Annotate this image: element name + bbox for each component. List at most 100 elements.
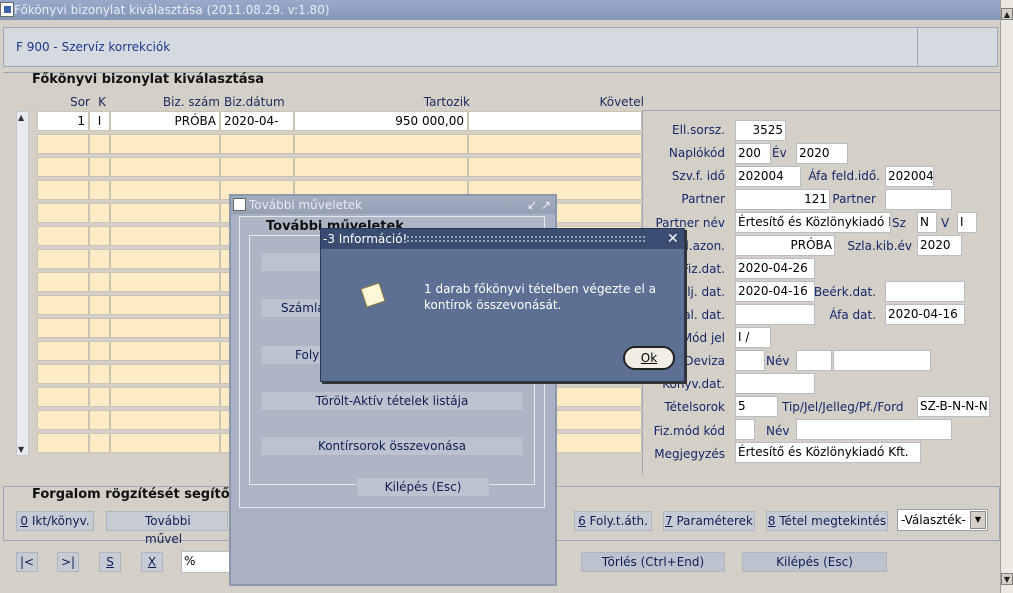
field-partner-2[interactable] (885, 189, 952, 210)
grid-cell-empty[interactable] (37, 249, 89, 269)
grid-cell-biz-datum[interactable]: 2020-04-16 (220, 111, 294, 146)
field-megjegyzes[interactable]: Értesítő és Közlönykiadó Kft. (735, 442, 921, 463)
field-ell-sorsz[interactable]: 3525 (735, 120, 786, 141)
torolt-aktiv-button[interactable]: Törölt-Aktív tételek listája (260, 391, 524, 411)
grid-cell-empty[interactable] (468, 134, 642, 154)
grid-cell-empty[interactable] (110, 157, 220, 177)
field-partner-nev[interactable]: Értesítő és Közlönykiadó Kft. (735, 212, 891, 233)
grid-cell-empty[interactable] (89, 134, 110, 154)
grid-cell-empty[interactable] (37, 226, 89, 246)
field-sz[interactable]: N (917, 212, 937, 233)
grid-scroll-down-icon[interactable]: ▼ (18, 445, 24, 454)
minimize-icon[interactable]: ↙ (527, 196, 537, 214)
field-mod-jel[interactable]: I / (735, 327, 771, 348)
grid-cell-empty[interactable] (110, 364, 220, 384)
grid-cell-empty[interactable] (37, 295, 89, 315)
tetel-megtekintes-button[interactable]: 8 Tétel megtekintés (766, 511, 888, 531)
grid-cell-empty[interactable] (294, 157, 468, 177)
field-afa-dat[interactable]: 2020-04-16 (885, 304, 965, 325)
grid-cell-empty[interactable] (37, 387, 89, 407)
grid-cell-empty[interactable] (37, 203, 89, 223)
field-fiz-mod-nev[interactable] (796, 419, 952, 440)
field-deviza[interactable] (735, 350, 765, 371)
grid-cell-empty[interactable] (220, 134, 294, 154)
grid-cell-empty[interactable] (37, 272, 89, 292)
grid-cell-empty[interactable] (110, 433, 220, 453)
kontirsorok-osszevonasa-button[interactable]: Kontírsorok összevonása (260, 436, 524, 456)
grid-cell-biz-szam[interactable]: PRÓBA (110, 111, 220, 131)
field-al-dat[interactable] (735, 304, 815, 325)
dialog-kilepes-button[interactable]: Kilépés (Esc) (356, 477, 490, 497)
grid-cell-empty[interactable] (110, 134, 220, 154)
field-naplokod[interactable]: 200 (735, 143, 771, 164)
grid-cell-empty[interactable] (89, 295, 110, 315)
field-deviza-nev-code[interactable] (796, 350, 832, 371)
window-vertical-scrollbar[interactable]: ▲ ▼ (1000, 0, 1013, 593)
scroll-down-icon[interactable]: ▼ (1001, 573, 1013, 585)
grid-cell-empty[interactable] (37, 318, 89, 338)
grid-scrollbar[interactable]: ▲ ▼ (16, 111, 29, 456)
grid-cell-empty[interactable] (89, 341, 110, 361)
grid-cell-empty[interactable] (37, 157, 89, 177)
grid-cell-empty[interactable] (37, 364, 89, 384)
field-v[interactable]: I (957, 212, 977, 233)
field-szla-kib-ev[interactable]: 2020 (917, 235, 962, 256)
field-beerk-dat[interactable] (885, 281, 965, 302)
grid-cell-empty[interactable] (110, 180, 220, 200)
nav-s-button[interactable]: S (99, 552, 121, 572)
grid-cell-empty[interactable] (110, 387, 220, 407)
filter-input[interactable]: % (181, 551, 231, 573)
grid-cell-empty[interactable] (110, 203, 220, 223)
grid-cell-empty[interactable] (89, 272, 110, 292)
grid-cell-empty[interactable] (294, 134, 468, 154)
tovabbi-muveletek-button[interactable]: További művel (106, 511, 228, 546)
grid-cell-empty[interactable] (110, 295, 220, 315)
grid-cell-empty[interactable] (89, 157, 110, 177)
grid-cell-empty[interactable] (89, 318, 110, 338)
chevron-down-icon[interactable]: ▼ (970, 511, 986, 529)
grid-cell-tartozik[interactable]: 950 000,00 (294, 111, 468, 131)
grid-cell-empty[interactable] (89, 433, 110, 453)
grid-cell-kovetel[interactable] (468, 111, 642, 131)
maximize-icon[interactable]: ↗ (541, 196, 551, 214)
nav-first-button[interactable]: |< (16, 552, 38, 572)
grid-cell-empty[interactable] (89, 203, 110, 223)
kilepes-button[interactable]: Kilépés (Esc) (742, 552, 887, 572)
torles-button[interactable]: Törlés (Ctrl+End) (581, 552, 725, 572)
field-szvf-ido[interactable]: 202004 (735, 166, 801, 187)
grid-cell-empty[interactable] (37, 410, 89, 430)
field-fiz-dat[interactable]: 2020-04-26 (735, 258, 815, 279)
parameterek-button[interactable]: 7 Paraméterek (663, 511, 755, 531)
field-tip[interactable]: SZ-B-N-N-N (917, 396, 990, 417)
field-deviza-nev[interactable] (833, 350, 931, 371)
grid-cell-empty[interactable] (89, 226, 110, 246)
field-fiz-mod-kod[interactable] (735, 419, 755, 440)
grid-cell-empty[interactable] (468, 157, 642, 177)
grid-cell-empty[interactable] (37, 341, 89, 361)
grid-cell-k[interactable]: I (89, 111, 110, 131)
close-icon[interactable]: ✕ (667, 229, 679, 249)
grid-cell-empty[interactable] (37, 433, 89, 453)
ok-button[interactable]: Ok (623, 346, 675, 370)
grid-cell-empty[interactable] (37, 134, 89, 154)
grid-cell-empty[interactable] (89, 249, 110, 269)
field-telj-dat[interactable]: 2020-04-16 (735, 281, 815, 302)
field-afa-feld-ido[interactable]: 202004 (885, 166, 934, 187)
grid-cell-sor[interactable]: 1 (37, 111, 89, 131)
grid-cell-empty[interactable] (37, 180, 89, 200)
field-konyv-dat[interactable] (735, 373, 815, 394)
scroll-up-icon[interactable]: ▲ (1001, 8, 1013, 20)
grid-cell-empty[interactable] (110, 226, 220, 246)
grid-cell-empty[interactable] (89, 364, 110, 384)
ikt-konyv-button[interactable]: 0 Ikt/könyv. (16, 511, 94, 531)
grid-cell-empty[interactable] (110, 341, 220, 361)
field-tetelsorok[interactable]: 5 (735, 396, 778, 417)
grid-cell-empty[interactable] (89, 387, 110, 407)
nav-last-button[interactable]: >| (57, 552, 79, 572)
grid-cell-empty[interactable] (110, 318, 220, 338)
grid-cell-empty[interactable] (89, 410, 110, 430)
grid-scroll-up-icon[interactable]: ▲ (18, 113, 24, 122)
field-ev[interactable]: 2020 (796, 143, 848, 164)
grid-cell-empty[interactable] (110, 249, 220, 269)
nav-x-button[interactable]: X (141, 552, 163, 572)
